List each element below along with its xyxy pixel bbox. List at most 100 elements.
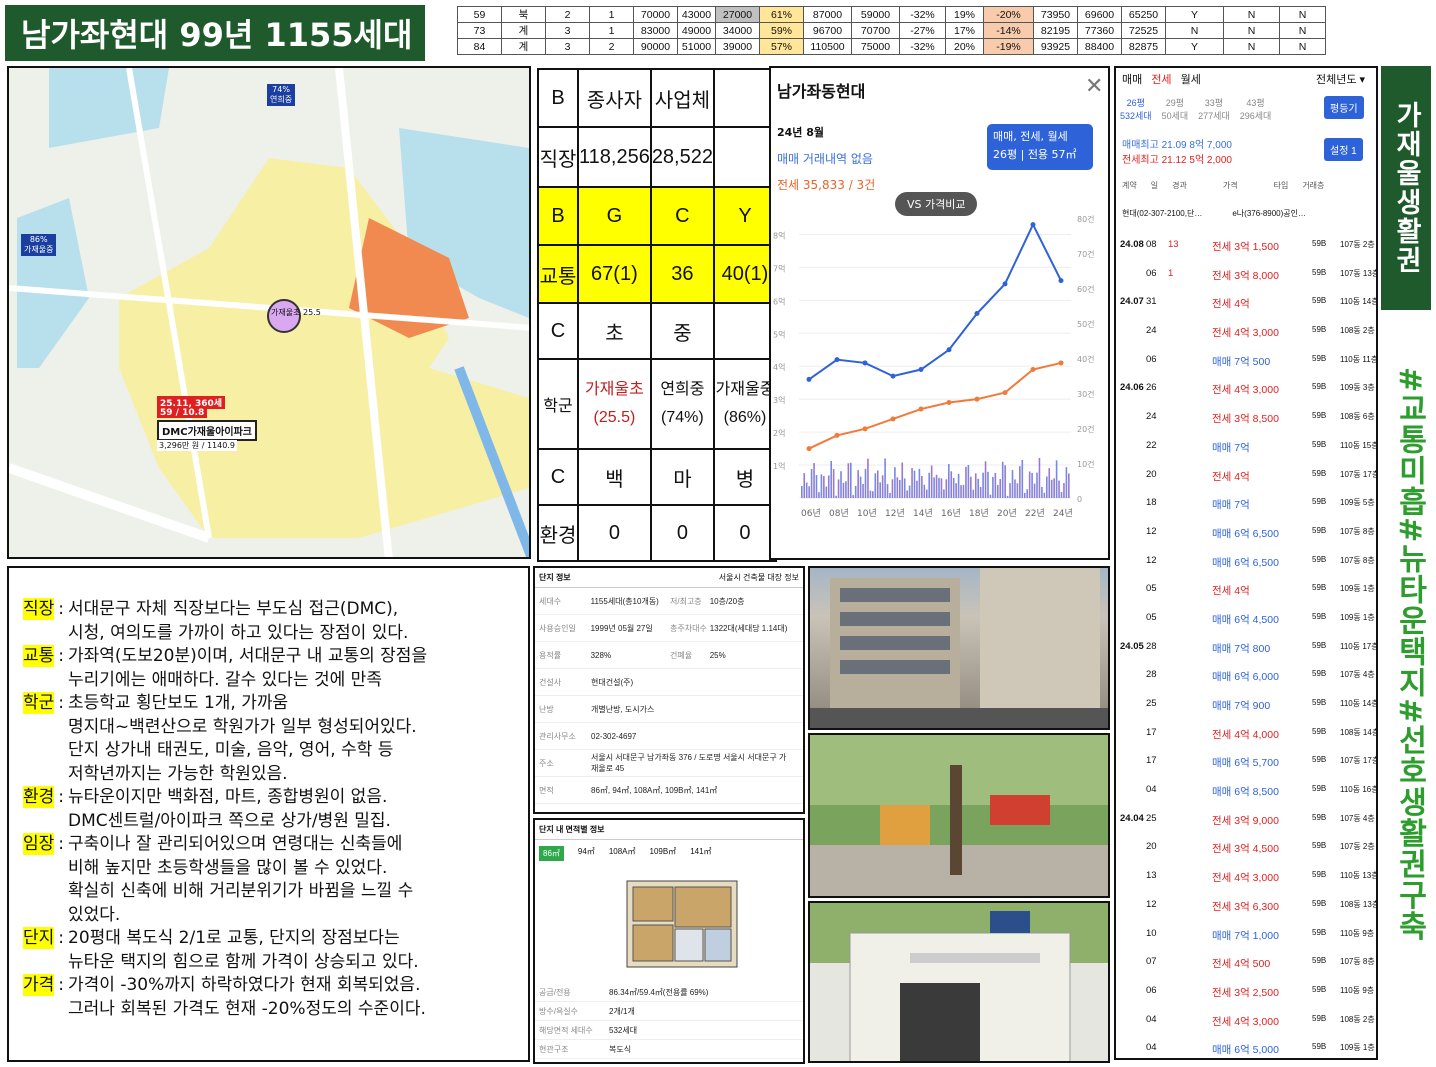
price-summary-table: 59 북 2 1 70000 43000 27000 61% 87000 59000 -32% 19%… (457, 6, 1326, 55)
trade-row[interactable]: 04 매매 6억 8,500 59B 110동 16층 (1116, 780, 1376, 809)
trade-row[interactable]: 18 매매 7억 59B 109동 5층 (1116, 493, 1376, 522)
trade-cell: 108동 14층 (1340, 727, 1378, 737)
btn-compare[interactable]: 평등기 (1324, 96, 1364, 119)
trade-row[interactable]: 13 전세 4억 3,000 59B 110동 13층 (1116, 866, 1376, 895)
trade-cell: 12 (1146, 525, 1157, 537)
info-cell: 25% (709, 650, 726, 660)
trade-cell: 매매 6억 5,700 (1212, 757, 1279, 770)
size-tab[interactable]: 26평 532세대 (1120, 96, 1152, 122)
trade-row[interactable]: 05 매매 6억 4,500 59B 109동 1층 (1116, 608, 1376, 637)
price-cell: 34000 (715, 22, 760, 39)
volume-bar (845, 481, 847, 498)
trade-cell: 06 (1146, 984, 1157, 996)
volume-bar (872, 491, 874, 498)
price-cell: -19% (983, 38, 1034, 55)
grid-cell: 사업체 (649, 68, 715, 128)
close-icon[interactable]: ✕ (1085, 74, 1103, 99)
price-row: 73 계 3 1 83000 49000 34000 59% 96700 70700 -27% 17%… (457, 22, 1326, 39)
trade-row[interactable]: 05 전세 4억 59B 109동 1층 (1116, 579, 1376, 608)
trade-cell: 12 (1146, 554, 1157, 566)
grid-cell: 0 (712, 504, 777, 562)
agent-1[interactable]: 현대(02-307-2100,단… (1122, 208, 1202, 219)
floor-tab[interactable]: 94㎡ (578, 846, 595, 861)
info-link[interactable]: 서울시 건축물 대장 정보 (719, 572, 799, 583)
location-map[interactable]: 가재울초 25.5 DMC가재울아이파크 3,296만 원 / 1140.9 2… (7, 66, 531, 559)
note-body: 뉴타운이지만 백화점, 마트, 종합병원이 없음. DMC센트럴/아이파크 쪽으로… (68, 786, 391, 833)
trade-row[interactable]: 07 전세 4억 500 59B 107동 8층 (1116, 952, 1376, 981)
trade-row[interactable]: 24 전세 4억 3,000 59B 108동 2층 (1116, 321, 1376, 350)
btn-setting[interactable]: 설정 1 (1324, 138, 1363, 161)
note-line: 있었다. (68, 904, 121, 925)
grid-row: BGCY (537, 186, 777, 246)
trade-row[interactable]: 20 전세 3억 4,500 59B 107동 2층 (1116, 837, 1376, 866)
price-cell: 59% (759, 22, 804, 39)
trade-row[interactable]: 22 매매 7억 59B 110동 15층 (1116, 436, 1376, 465)
grid-cell: 0 (577, 504, 652, 562)
volume-bar (913, 470, 916, 498)
size-tab[interactable]: 43평 296세대 (1240, 96, 1272, 122)
trade-cell: 59B (1312, 1013, 1327, 1023)
series-point (974, 311, 980, 317)
trade-cell: 59B (1312, 583, 1327, 593)
agent-2[interactable]: e나(376-8900)공인… (1232, 208, 1306, 219)
trade-row[interactable]: 06 매매 7억 500 59B 110동 11층 (1116, 350, 1376, 379)
trade-row[interactable]: 17 전세 4억 4,000 59B 108동 14층 (1116, 723, 1376, 752)
info-rows: 세대수 1155세대(총10개동) 저/최고층 10층/20층 사용승인일 1999년 0… (535, 588, 803, 804)
floor-row: 방수/욕실수 2개/1개 (535, 1002, 803, 1021)
tab-jeonse[interactable]: 전세 (1151, 74, 1171, 86)
trade-row[interactable]: 24 전세 3억 8,500 59B 108동 6층 (1116, 407, 1376, 436)
trade-row[interactable]: 24.08 08 13 전세 3억 1,500 59B 107동 2층 (1116, 235, 1376, 264)
volume-bar (1046, 476, 1048, 498)
grid-cell: C (537, 302, 579, 360)
period-select[interactable]: 전체년도 ▾ (1316, 71, 1365, 87)
y-tick-left: 4억 (773, 362, 785, 372)
trade-cell: 매매 6억 4,500 (1212, 613, 1279, 626)
trade-row[interactable]: 28 매매 6억 6,000 59B 107동 4층 (1116, 665, 1376, 694)
trade-row[interactable]: 20 전세 4억 59B 107동 17층 (1116, 465, 1376, 494)
trade-row[interactable]: 24.06 26 전세 4억 3,000 59B 109동 3층 (1116, 378, 1376, 407)
trade-row[interactable]: 24.05 28 매매 7억 800 59B 110동 17층 (1116, 637, 1376, 666)
floor-tab[interactable]: 86㎡ (539, 846, 564, 861)
size-tab[interactable]: 33평 277세대 (1198, 96, 1230, 122)
volume-bar (1028, 471, 1031, 498)
chart-filter-badge[interactable]: 매매, 전세, 월세 26평 | 전용 57㎡ (987, 124, 1093, 170)
tab-monthly[interactable]: 월세 (1181, 74, 1201, 86)
trade-row[interactable]: 25 매매 7억 900 59B 110동 14층 (1116, 694, 1376, 723)
volume-bar (945, 479, 948, 498)
info-row: 용적률 328% 건폐율 25% (535, 642, 803, 669)
floor-tab[interactable]: 108A㎡ (609, 846, 636, 861)
trade-row[interactable]: 24.04 25 전세 3억 9,000 59B 107동 4층 (1116, 809, 1376, 838)
trade-row[interactable]: 04 매매 6억 5,000 59B 109동 1층 (1116, 1038, 1376, 1058)
trade-row[interactable]: 04 전세 4억 3,000 59B 108동 2층 (1116, 1010, 1376, 1039)
trade-row[interactable]: 12 매매 6억 6,500 59B 107동 8층 (1116, 522, 1376, 551)
trade-cell: 59B (1312, 1042, 1327, 1052)
floor-tab[interactable]: 141㎡ (690, 846, 711, 861)
series-point (1058, 360, 1064, 366)
trade-row[interactable]: 12 전세 3억 6,300 59B 108동 13층 (1116, 895, 1376, 924)
trade-row[interactable]: 24.07 31 전세 4억 59B 110동 14층 (1116, 292, 1376, 321)
trade-cell: 25 (1146, 812, 1157, 824)
price-cell: 27000 (715, 6, 760, 23)
grid-cell: 40(1) (712, 244, 777, 304)
volume-bar (864, 468, 867, 498)
volume-bar (1043, 492, 1046, 498)
trade-row[interactable]: 17 매매 6억 5,700 59B 107동 17층 (1116, 751, 1376, 780)
trade-row[interactable]: 12 매매 6억 6,500 59B 107동 8층 (1116, 551, 1376, 580)
note-item: 직장: 서대문구 자체 직장보다는 부도심 접근(DMC), 시청, 여의도를 가까… (23, 598, 518, 645)
volume-bar (876, 470, 879, 498)
note-colon: : (58, 693, 65, 713)
series-point (1030, 222, 1036, 228)
tab-sale[interactable]: 매매 (1122, 74, 1142, 86)
trade-row[interactable]: 10 매매 7억 1,000 59B 110동 9층 (1116, 924, 1376, 953)
note-label: 교통 (23, 645, 55, 667)
trade-row[interactable]: 06 1 전세 3억 8,000 59B 107동 13층 (1116, 264, 1376, 293)
volume-bar (952, 477, 955, 498)
trade-cell: 28 (1146, 669, 1157, 681)
size-tab[interactable]: 29평 50세대 (1162, 96, 1189, 122)
volume-bar (1058, 480, 1060, 498)
trade-cell: 59B (1312, 267, 1327, 277)
floor-tab[interactable]: 109B㎡ (650, 846, 677, 861)
trade-row[interactable]: 06 전세 3억 2,500 59B 110동 9층 (1116, 981, 1376, 1010)
agents: 현대(02-307-2100,단… e나(376-8900)공인… (1122, 208, 1306, 219)
price-cell: 83000 (633, 22, 678, 39)
